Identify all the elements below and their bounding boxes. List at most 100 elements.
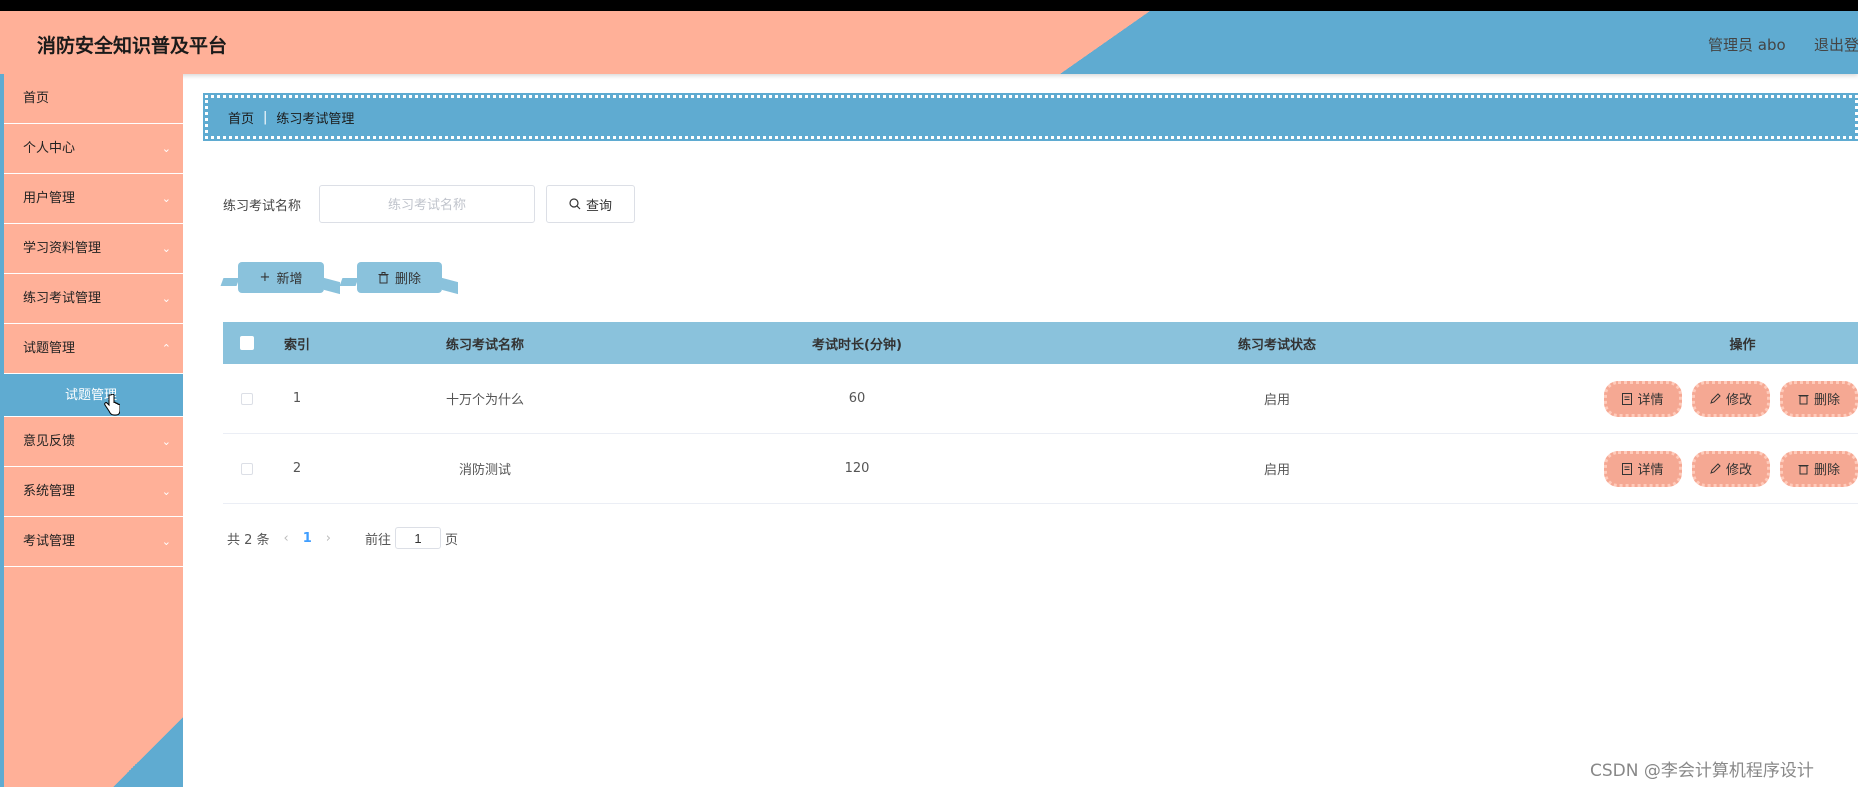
search-button[interactable]: 查询 — [546, 185, 635, 223]
column-header: 练习考试状态 — [1237, 337, 1316, 353]
detail-button[interactable]: 详情 — [1604, 450, 1682, 487]
sidebar-item-feedback[interactable]: 意见反馈 ⌄ — [4, 417, 183, 467]
sidebar: 首页 个人中心 ⌄ 用户管理 ⌄ 学习资料管理 ⌄ 练习考试管理 ⌄ 试题管理 … — [0, 74, 183, 787]
cell-status: 启用 — [1263, 393, 1290, 408]
header-diagonal — [1060, 11, 1150, 74]
sidebar-item-label: 意见反馈 — [23, 434, 76, 449]
app-window: 消防安全知识普及平台 管理员 abo 退出登录 首页 个人中心 ⌄ 用户管理 ⌄… — [0, 11, 1858, 787]
cell-index: 2 — [292, 461, 302, 476]
sidebar-item-system[interactable]: 系统管理 ⌄ — [4, 467, 183, 517]
app-title: 消防安全知识普及平台 — [37, 35, 228, 57]
row-actions: 详情 修改 删除 — [1487, 380, 1858, 417]
table-row: 2 消防测试 120 启用 详情 修改 删除 — [223, 434, 1858, 504]
trash-icon — [1798, 394, 1809, 404]
search-icon — [569, 198, 581, 210]
breadcrumb-separator: | — [263, 109, 268, 125]
chevron-left-icon[interactable]: ‹ — [284, 531, 289, 546]
sidebar-item-label: 用户管理 — [23, 191, 76, 206]
watermark: CSDN @李会计算机程序设计 — [1590, 761, 1814, 781]
sidebar-corner-decoration — [113, 717, 183, 787]
edit-icon — [1710, 393, 1721, 404]
add-button[interactable]: + 新增 — [238, 262, 324, 293]
delete-button-label: 删除 — [394, 272, 421, 287]
sidebar-subitem-questions[interactable]: 试题管理 — [4, 374, 183, 417]
chevron-down-icon: ⌄ — [161, 142, 171, 155]
chevron-up-icon: ⌃ — [161, 342, 171, 355]
sidebar-item-label: 试题管理 — [23, 341, 76, 356]
delete-label: 删除 — [1813, 393, 1840, 408]
edit-label: 修改 — [1725, 393, 1752, 408]
delete-button[interactable]: 删除 — [1780, 380, 1858, 417]
edit-icon — [1710, 463, 1721, 474]
sidebar-item-users[interactable]: 用户管理 ⌄ — [4, 174, 183, 224]
table-row: 1 十万个为什么 60 启用 详情 修改 删除 — [223, 364, 1858, 434]
hand-cursor-icon — [104, 394, 120, 416]
logout-link[interactable]: 退出登录 — [1814, 34, 1858, 55]
search-label: 练习考试名称 — [223, 199, 302, 214]
chevron-down-icon: ⌄ — [161, 192, 171, 205]
edit-label: 修改 — [1725, 463, 1752, 478]
pagination-total: 共 2 条 — [227, 532, 270, 548]
trash-icon — [1798, 464, 1809, 474]
sidebar-item-materials[interactable]: 学习资料管理 ⌄ — [4, 224, 183, 274]
column-header: 索引 — [283, 337, 310, 353]
search-button-label: 查询 — [585, 198, 612, 214]
cell-duration: 120 — [844, 461, 870, 476]
page-jump-input[interactable] — [395, 527, 442, 549]
header: 消防安全知识普及平台 管理员 abo 退出登录 — [0, 11, 1858, 74]
trash-icon — [378, 271, 389, 283]
column-header: 练习考试名称 — [445, 337, 524, 353]
edit-button[interactable]: 修改 — [1692, 450, 1770, 487]
detail-label: 详情 — [1637, 393, 1664, 408]
delete-button[interactable]: 删除 — [1780, 450, 1858, 487]
column-header: 考试时长(分钟) — [812, 337, 902, 353]
user-label: 管理员 abo — [1708, 36, 1786, 54]
sidebar-item-personal[interactable]: 个人中心 ⌄ — [4, 124, 183, 174]
document-icon — [1622, 462, 1633, 475]
sidebar-item-questions[interactable]: 试题管理 ⌃ — [4, 324, 183, 374]
chevron-down-icon: ⌄ — [161, 292, 171, 305]
row-checkbox[interactable] — [241, 462, 253, 475]
detail-button[interactable]: 详情 — [1604, 380, 1682, 417]
cell-name: 消防测试 — [458, 463, 511, 478]
breadcrumb-home[interactable]: 首页 — [228, 108, 254, 127]
sidebar-item-practice-exams[interactable]: 练习考试管理 ⌄ — [4, 274, 183, 324]
chevron-down-icon: ⌄ — [161, 485, 171, 498]
breadcrumb: 首页 | 练习考试管理 — [203, 93, 1858, 141]
pagination: 共 2 条 ‹ 1 › 前往 页 — [227, 527, 458, 549]
cell-name: 十万个为什么 — [445, 393, 524, 408]
sidebar-item-label: 学习资料管理 — [23, 241, 102, 256]
detail-label: 详情 — [1637, 463, 1664, 478]
chevron-down-icon: ⌄ — [161, 242, 171, 255]
breadcrumb-current: 练习考试管理 — [276, 111, 355, 127]
row-checkbox[interactable] — [241, 392, 253, 405]
select-all-checkbox[interactable] — [240, 336, 254, 350]
row-actions: 详情 修改 删除 — [1487, 450, 1858, 487]
add-button-label: 新增 — [276, 272, 303, 287]
column-header: 操作 — [1729, 337, 1756, 353]
edit-button[interactable]: 修改 — [1692, 380, 1770, 417]
sidebar-item-home[interactable]: 首页 — [4, 74, 183, 124]
sidebar-item-exams[interactable]: 考试管理 ⌄ — [4, 517, 183, 567]
plus-icon: + — [259, 270, 271, 285]
table-header: 索引 练习考试名称 考试时长(分钟) 练习考试状态 操作 — [223, 322, 1858, 364]
cell-status: 启用 — [1263, 463, 1290, 478]
document-icon — [1622, 392, 1633, 405]
chevron-right-icon[interactable]: › — [326, 531, 331, 546]
chevron-down-icon: ⌄ — [161, 535, 171, 548]
delete-label: 删除 — [1813, 463, 1840, 478]
data-table: 索引 练习考试名称 考试时长(分钟) 练习考试状态 操作 1 十万个为什么 60… — [223, 322, 1858, 504]
cell-duration: 60 — [848, 391, 866, 406]
pagination-page-suffix: 页 — [445, 532, 459, 548]
pagination-goto-label: 前往 — [365, 532, 392, 548]
chevron-down-icon: ⌄ — [161, 435, 171, 448]
sidebar-item-label: 个人中心 — [23, 141, 76, 156]
cell-index: 1 — [292, 391, 302, 406]
sidebar-item-label: 考试管理 — [23, 534, 76, 549]
sidebar-item-label: 系统管理 — [23, 484, 76, 499]
sidebar-item-label: 首页 — [23, 91, 50, 106]
sidebar-item-label: 练习考试管理 — [23, 291, 102, 306]
page-number-current[interactable]: 1 — [303, 531, 312, 546]
batch-delete-button[interactable]: 删除 — [357, 262, 442, 293]
search-input[interactable] — [319, 185, 535, 223]
